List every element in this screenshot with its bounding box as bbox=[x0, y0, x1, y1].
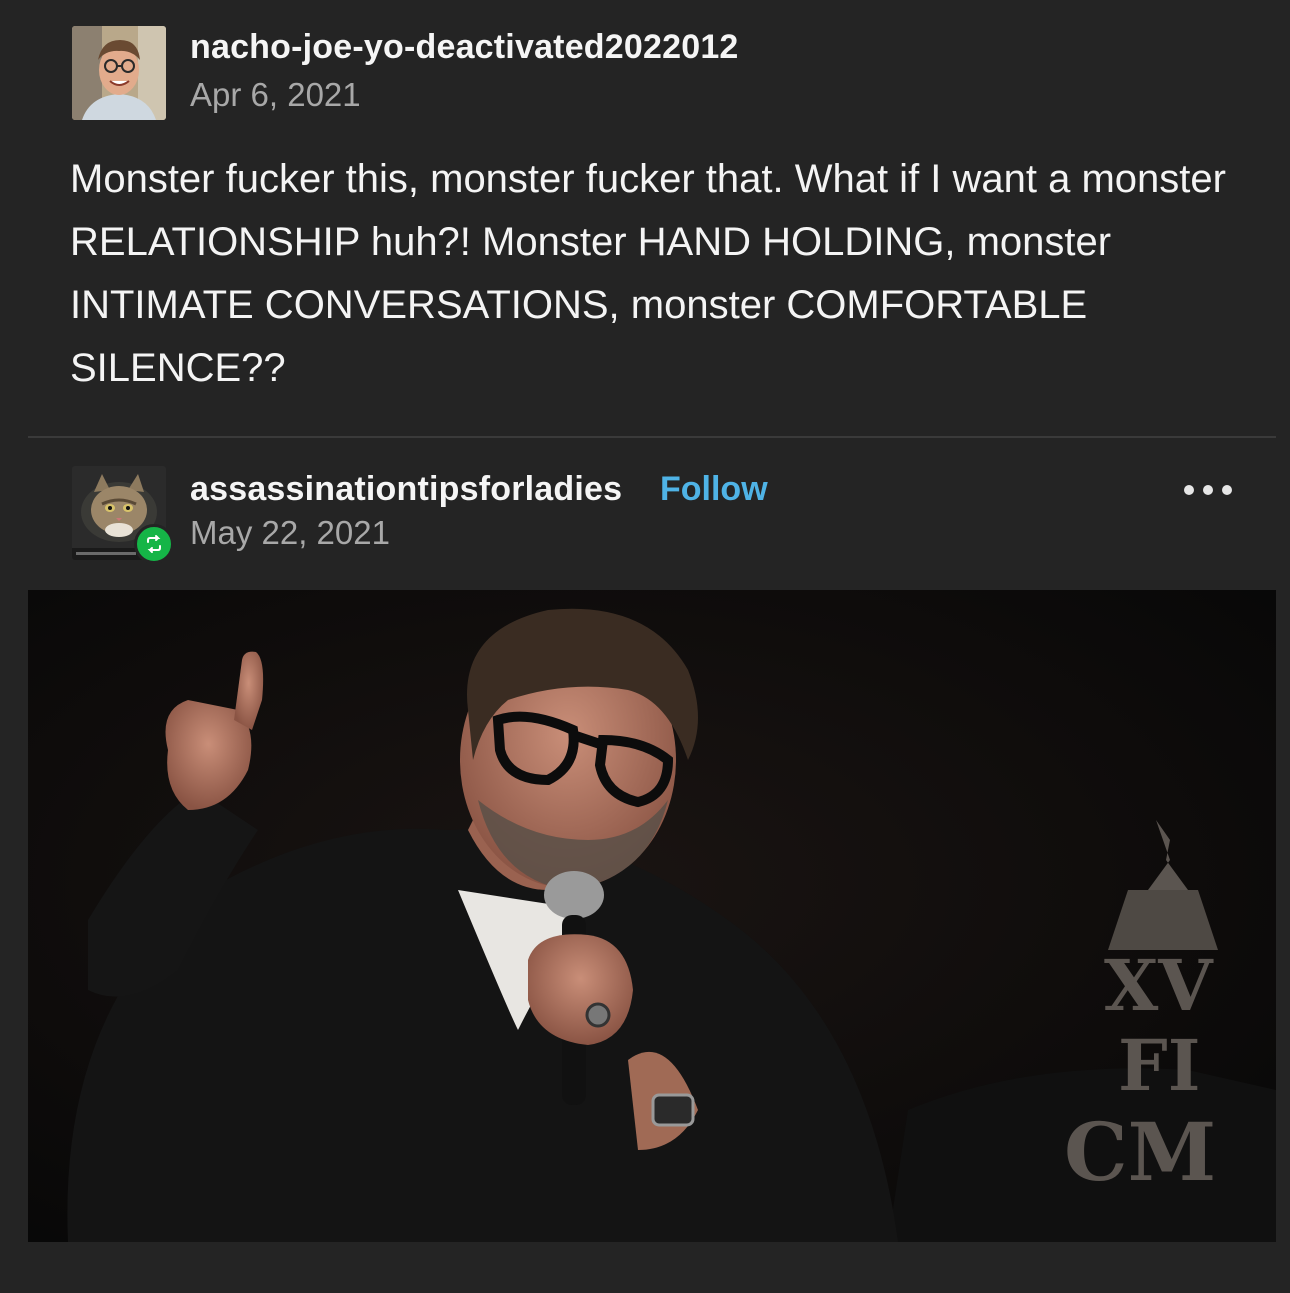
more-options-icon[interactable] bbox=[1184, 478, 1244, 502]
author-avatar[interactable] bbox=[72, 26, 166, 120]
person-avatar-icon bbox=[72, 26, 166, 120]
post-photo[interactable]: XV FI CM bbox=[28, 590, 1276, 1242]
reblog-icon bbox=[147, 535, 161, 553]
reblog-badge bbox=[134, 524, 174, 564]
post-divider bbox=[28, 436, 1276, 438]
follow-button[interactable]: Follow bbox=[660, 470, 768, 509]
logo-line-2: FI bbox=[1118, 1024, 1200, 1107]
author-username[interactable]: nacho-joe-yo-deactivated2022012 bbox=[190, 28, 739, 67]
reblog-date: May 22, 2021 bbox=[190, 514, 390, 551]
reblogger-username[interactable]: assassinationtipsforladies bbox=[190, 470, 622, 509]
logo-line-1: XV bbox=[1104, 944, 1214, 1027]
post-date: Apr 6, 2021 bbox=[190, 76, 361, 113]
post-body-text: Monster fucker this, monster fucker that… bbox=[70, 157, 1226, 390]
man-with-microphone-photo-icon: XV FI CM bbox=[28, 590, 1276, 1242]
logo-line-3: CM bbox=[1064, 1105, 1216, 1199]
tumblr-post: nacho-joe-yo-deactivated2022012 Apr 6, 2… bbox=[0, 0, 1290, 1293]
